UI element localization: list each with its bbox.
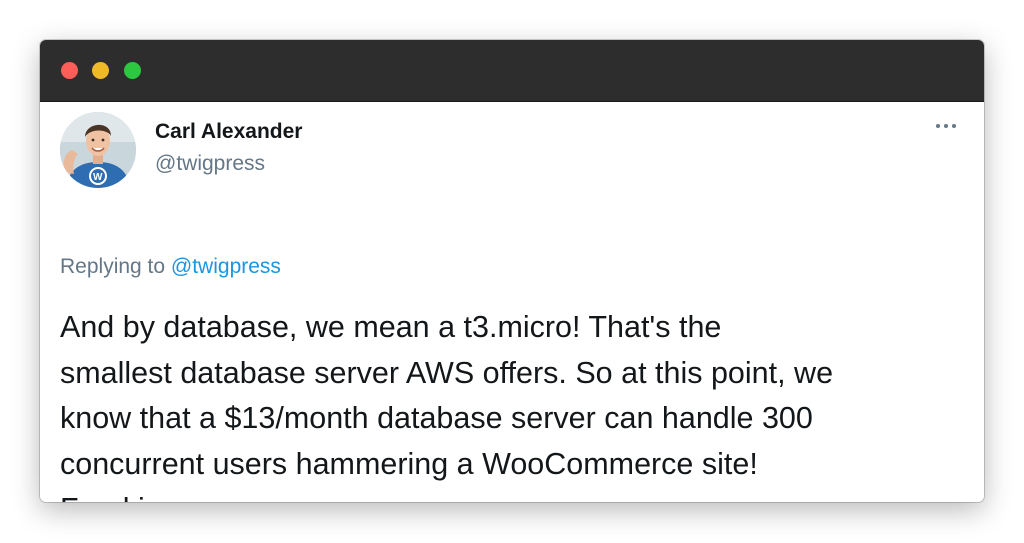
more-options-icon[interactable] bbox=[932, 118, 960, 134]
tweet-text-line: smallest database server AWS offers. So … bbox=[60, 355, 834, 390]
more-dot bbox=[952, 124, 956, 128]
tweet-card: W Carl Alexander @twigpress Replying to … bbox=[40, 102, 984, 502]
replying-to-line: Replying to @twigpress bbox=[60, 255, 281, 279]
maximize-window-button[interactable] bbox=[124, 62, 141, 79]
author-name[interactable]: Carl Alexander bbox=[155, 120, 302, 144]
avatar[interactable]: W bbox=[60, 112, 136, 188]
minimize-window-button[interactable] bbox=[92, 62, 109, 79]
author-handle[interactable]: @twigpress bbox=[155, 152, 265, 176]
avatar-image: W bbox=[60, 112, 136, 188]
window-titlebar[interactable] bbox=[40, 40, 984, 102]
tweet-text: And by database, we mean a t3.micro! Tha… bbox=[60, 305, 960, 502]
tweet-window: W Carl Alexander @twigpress Replying to … bbox=[40, 40, 984, 502]
more-dot bbox=[944, 124, 948, 128]
svg-text:W: W bbox=[93, 172, 103, 183]
replying-prefix: Replying to bbox=[60, 255, 171, 278]
close-window-button[interactable] bbox=[61, 62, 78, 79]
tweet-text-line: know that a $13/month database server ca… bbox=[60, 401, 813, 435]
tweet-text-line: And by database, we mean a t3.micro! Tha… bbox=[60, 310, 722, 344]
more-dot bbox=[936, 124, 940, 128]
replying-to-link[interactable]: @twigpress bbox=[171, 255, 281, 278]
tweet-text-line: Freaking awesome. bbox=[60, 487, 960, 502]
tweet-text-line: concurrent users hammering a WooCommerce… bbox=[60, 446, 758, 481]
